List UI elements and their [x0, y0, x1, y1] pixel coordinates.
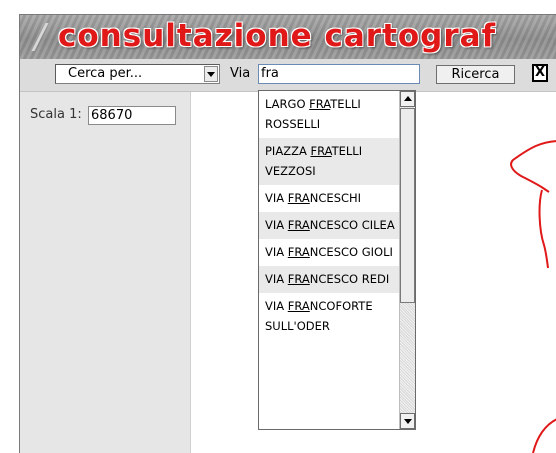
suggestion-prefix: LARGO	[265, 97, 310, 111]
scroll-down-icon[interactable]	[400, 413, 415, 429]
suggestion-item[interactable]: LARGO FRATELLI ROSSELLI	[259, 91, 400, 138]
suggestion-item[interactable]: VIA FRANCESCO GIOLI	[259, 239, 400, 266]
suggestion-prefix: VIA	[265, 245, 288, 259]
suggestion-prefix: VIA	[265, 299, 288, 313]
suggestion-suffix: NCESCO GIOLI	[309, 245, 393, 259]
search-by-value: Cerca per...	[68, 66, 143, 81]
street-search-input[interactable]: fra	[258, 64, 420, 84]
via-label: Via	[230, 66, 251, 81]
map-boundary-line	[538, 189, 549, 269]
suggestion-match: FRA	[287, 245, 310, 259]
map-boundary-line	[532, 418, 556, 453]
scale-input[interactable]: 68670	[88, 106, 176, 125]
suggestion-prefix: VIA	[265, 191, 288, 205]
suggestion-match: FRA	[287, 299, 310, 313]
search-toolbar: Cerca per... Via fra Ricerca X	[20, 59, 556, 92]
suggestion-prefix: VIA	[265, 272, 288, 286]
search-button[interactable]: Ricerca	[436, 65, 515, 84]
suggestion-suffix: NCESCHI	[309, 191, 362, 205]
suggestion-prefix: VIA	[265, 218, 288, 232]
header-banner: / consultazione cartograf	[20, 15, 556, 59]
suggestion-match: FRA	[287, 218, 310, 232]
suggestion-suffix: NCESCO REDI	[309, 272, 390, 286]
suggestion-match: FRA	[287, 191, 310, 205]
window-frame: / consultazione cartograf Cerca per... V…	[0, 0, 556, 453]
close-icon[interactable]: X	[532, 64, 548, 82]
map-boundary-line	[510, 140, 556, 193]
scroll-thumb[interactable]	[400, 108, 415, 303]
banner-title: consultazione cartograf	[58, 18, 497, 54]
search-by-select[interactable]: Cerca per...	[55, 64, 220, 84]
dropdown-scrollbar[interactable]	[399, 91, 415, 429]
autocomplete-dropdown: LARGO FRATELLI ROSSELLI PIAZZA FRATELLI V…	[258, 90, 416, 430]
suggestion-item[interactable]: VIA FRANCESCO CILEA	[259, 212, 400, 239]
scroll-up-icon[interactable]	[400, 91, 415, 107]
suggestion-prefix: PIAZZA	[265, 144, 311, 158]
side-panel: Scala 1: 68670	[20, 92, 191, 453]
suggestion-item[interactable]: PIAZZA FRATELLI VEZZOSI	[259, 138, 400, 185]
suggestion-item[interactable]: VIA FRANCESCHI	[259, 185, 400, 212]
chevron-down-icon[interactable]	[204, 66, 218, 82]
suggestion-item[interactable]: VIA FRANCOFORTE SULL'ODER	[259, 293, 400, 340]
suggestion-match: FRA	[309, 97, 331, 111]
suggestion-suffix: NCESCO CILEA	[309, 218, 395, 232]
suggestion-list: LARGO FRATELLI ROSSELLI PIAZZA FRATELLI V…	[259, 91, 400, 340]
scale-label: Scala 1:	[30, 107, 82, 122]
suggestion-match: FRA	[287, 272, 310, 286]
suggestion-match: FRA	[310, 144, 332, 158]
suggestion-item[interactable]: VIA FRANCESCO REDI	[259, 266, 400, 293]
banner-decoration: /	[34, 17, 46, 57]
